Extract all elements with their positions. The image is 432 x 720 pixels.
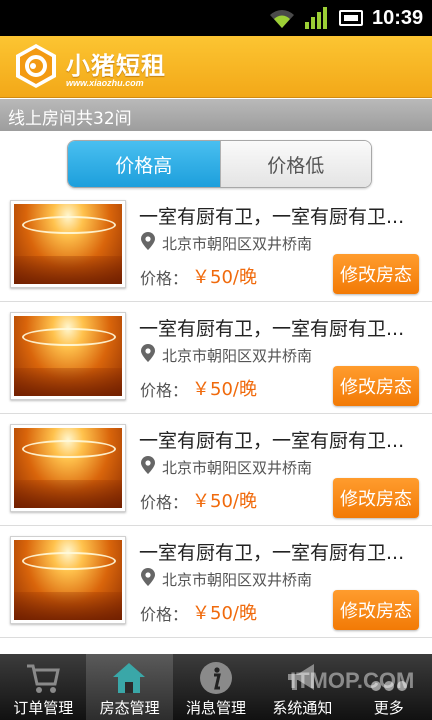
sort-price-high-button[interactable]: 价格高 <box>68 141 220 187</box>
nav-label: 更多 <box>373 699 404 717</box>
listing-title: 一室有厨有卫，一室有厨有卫... <box>139 206 405 228</box>
logo-icon <box>16 44 56 88</box>
location-pin-icon <box>141 344 155 362</box>
nav-item-orders[interactable]: 订单管理 <box>0 654 86 720</box>
signal-icon <box>305 7 327 29</box>
nav-label: 订单管理 <box>13 699 74 717</box>
listing-title: 一室有厨有卫，一室有厨有卫... <box>139 542 405 564</box>
nav-label: 消息管理 <box>185 699 246 717</box>
listing-address: 北京市朝阳区双井桥南 <box>162 571 313 589</box>
summary-bar: 线上房间共32间 <box>0 99 432 131</box>
nav-item-messages[interactable]: 消息管理 <box>173 654 259 720</box>
edit-room-status-button[interactable]: 修改房态 <box>333 254 419 294</box>
house-icon <box>113 663 146 693</box>
listing-item[interactable]: 一室有厨有卫，一室有厨有卫... 北京市朝阳区双井桥南 价格： ￥50/晚 修改… <box>0 414 432 526</box>
brand-name: 小猪短租 <box>66 52 166 80</box>
listing-item[interactable]: 一室有厨有卫，一室有厨有卫... 北京市朝阳区双井桥南 价格： ￥50/晚 修改… <box>0 190 432 302</box>
price-value: ￥50/晚 <box>192 491 257 512</box>
location-pin-icon <box>141 232 155 250</box>
price-value: ￥50/晚 <box>192 603 257 624</box>
battery-icon <box>339 10 363 26</box>
app-header: 小猪短租 www.xiaozhu.com <box>0 36 432 98</box>
listing-item[interactable]: 一室有厨有卫，一室有厨有卫... 北京市朝阳区双井桥南 价格： ￥50/晚 修改… <box>0 302 432 414</box>
nav-label: 系统通知 <box>272 699 333 717</box>
listing-photo[interactable] <box>10 200 126 288</box>
cart-icon <box>27 664 60 693</box>
nav-item-room-status[interactable]: 房态管理 <box>86 654 173 720</box>
listing-address: 北京市朝阳区双井桥南 <box>162 235 313 253</box>
nav-label: 房态管理 <box>99 699 160 717</box>
listing-address: 北京市朝阳区双井桥南 <box>162 347 313 365</box>
listing-address: 北京市朝阳区双井桥南 <box>162 459 313 477</box>
listing-photo[interactable] <box>10 312 126 400</box>
edit-room-status-button[interactable]: 修改房态 <box>333 478 419 518</box>
brand-url: www.xiaozhu.com <box>66 78 144 88</box>
listing-photo[interactable] <box>10 536 126 624</box>
location-pin-icon <box>141 456 155 474</box>
watermark: ITMOP.COM <box>290 668 415 693</box>
room-count-text: 线上房间共32间 <box>8 109 132 129</box>
location-pin-icon <box>141 568 155 586</box>
listing-title: 一室有厨有卫，一室有厨有卫... <box>139 430 405 452</box>
status-time: 10:39 <box>372 7 424 29</box>
price-value: ￥50/晚 <box>192 379 257 400</box>
listing-item[interactable]: 一室有厨有卫，一室有厨有卫... 北京市朝阳区双井桥南 价格： ￥50/晚 修改… <box>0 526 432 638</box>
wifi-icon <box>270 10 294 28</box>
edit-room-status-button[interactable]: 修改房态 <box>333 366 419 406</box>
status-bar: 10:39 <box>0 0 432 36</box>
price-label: 价格： <box>140 381 189 400</box>
listing-photo[interactable] <box>10 424 126 512</box>
price-label: 价格： <box>140 605 189 624</box>
edit-room-status-button[interactable]: 修改房态 <box>333 590 419 630</box>
price-value: ￥50/晚 <box>192 267 257 288</box>
info-icon <box>199 662 232 694</box>
price-label: 价格： <box>140 269 189 288</box>
sort-price-low-button[interactable]: 价格低 <box>219 141 371 187</box>
listing-list: 一室有厨有卫，一室有厨有卫... 北京市朝阳区双井桥南 价格： ￥50/晚 修改… <box>0 190 432 638</box>
listing-title: 一室有厨有卫，一室有厨有卫... <box>139 318 405 340</box>
price-sort-toggle: 价格高 价格低 <box>67 140 372 188</box>
price-label: 价格： <box>140 493 189 512</box>
